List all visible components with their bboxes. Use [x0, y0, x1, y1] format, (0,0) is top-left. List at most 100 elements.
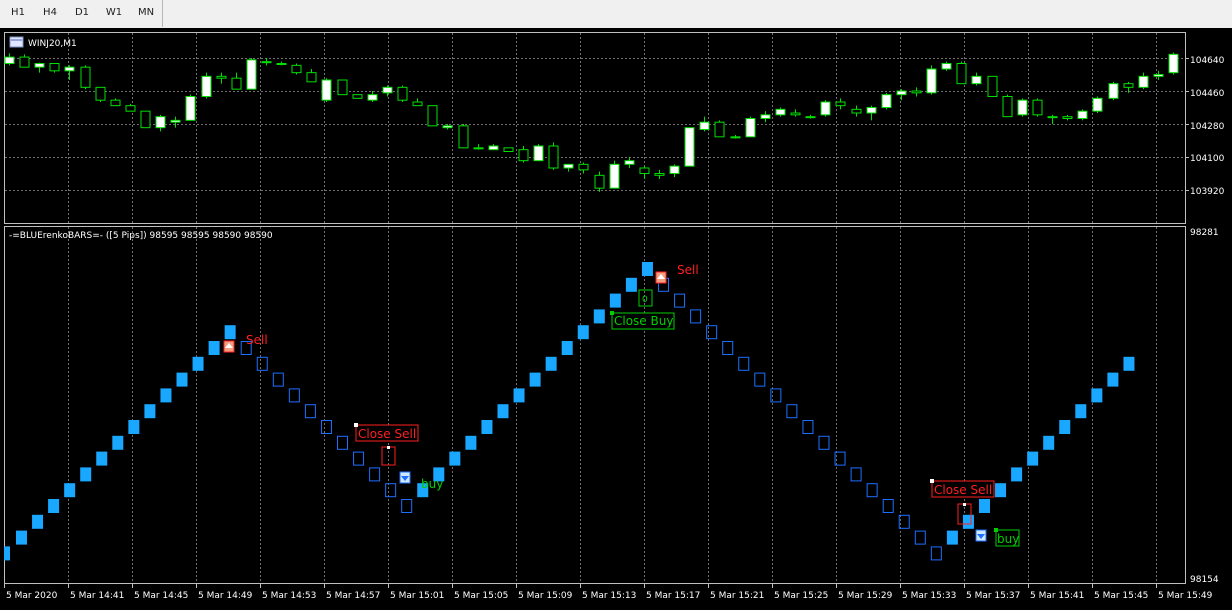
bull-candle	[185, 96, 196, 121]
bull-candle	[1153, 74, 1164, 77]
renko-up-brick	[1011, 467, 1023, 482]
bull-candle	[246, 59, 257, 90]
time-label: 5 Mar 15:17	[646, 591, 700, 601]
price-window-frame	[4, 32, 1186, 224]
bull-candle	[881, 94, 892, 108]
renko-up-brick	[4, 546, 10, 561]
close-sell-label: Close Sell	[934, 483, 992, 497]
renko-up-brick	[995, 483, 1007, 498]
svg-text:0: 0	[642, 295, 648, 305]
bear-candle	[125, 105, 136, 112]
time-label: 5 Mar 15:49	[1158, 591, 1213, 601]
renko-up-brick	[577, 325, 589, 340]
time-label: 5 Mar 15:05	[454, 591, 508, 601]
renko-down-brick	[401, 499, 413, 513]
renko-down-brick	[802, 420, 814, 434]
renko-up-brick	[144, 404, 156, 419]
renko-up-brick	[979, 499, 990, 513]
bear-candle	[851, 108, 862, 114]
time-label: 5 Mar 2020	[6, 591, 58, 601]
bear-candle	[654, 173, 665, 176]
renko-down-brick	[850, 467, 862, 482]
bear-candle	[518, 149, 529, 162]
renko-up-brick	[160, 388, 172, 403]
time-label: 5 Mar 14:49	[198, 591, 253, 601]
bull-candle	[442, 125, 453, 129]
time-label: 5 Mar 15:33	[902, 591, 956, 601]
bear-candle	[352, 94, 363, 99]
bear-candle	[578, 163, 589, 171]
bear-candle	[412, 101, 423, 107]
time-label: 5 Mar 14:45	[134, 591, 188, 601]
bull-candle	[971, 75, 982, 85]
close-buy-label: Close Buy	[614, 314, 673, 328]
bull-candle	[170, 119, 181, 123]
renko-down-brick	[898, 514, 910, 529]
bear-candle	[80, 66, 91, 88]
bear-candle	[291, 64, 302, 74]
renko-up-brick	[465, 435, 477, 450]
timeframe-h4-button[interactable]: H4	[38, 6, 62, 20]
bull-candle	[805, 116, 816, 119]
bull-candle	[1108, 83, 1119, 99]
renko-up-brick	[449, 451, 461, 466]
bear-candle	[1032, 99, 1043, 116]
bull-candle	[760, 114, 771, 120]
bear-candle	[790, 112, 801, 116]
renko-down-brick	[288, 388, 300, 403]
bull-candle	[64, 66, 75, 72]
close-sell-label: Close Sell	[358, 427, 416, 441]
bull-candle	[382, 86, 393, 94]
renko-up-brick	[1123, 356, 1135, 371]
price-label: 104640	[1190, 56, 1225, 66]
renko-up-brick	[1059, 420, 1071, 434]
bear-candle	[1062, 116, 1073, 119]
price-axis: 104640 104460 104280 104100 103920	[1190, 56, 1225, 197]
timeframe-mn-button[interactable]: MN	[134, 6, 158, 20]
symbol-title: WINJ20,M1	[28, 39, 77, 49]
bull-candle	[745, 118, 756, 138]
renko-down-brick	[369, 467, 381, 482]
bear-candle	[49, 63, 60, 72]
renko-up-brick	[1091, 388, 1103, 403]
renko-down-brick	[914, 530, 926, 545]
renko-up-brick	[1027, 451, 1039, 466]
bear-candle	[987, 75, 998, 98]
renko-up-brick	[529, 372, 541, 387]
renko-up-brick	[224, 325, 236, 340]
renko-up-brick	[962, 514, 974, 529]
timeframe-d1-button[interactable]: D1	[70, 6, 94, 20]
bull-candle	[1047, 116, 1058, 119]
renko-up-brick	[208, 341, 220, 355]
renko-down-brick	[385, 483, 397, 498]
bull-candle	[155, 116, 166, 129]
bear-candle	[337, 79, 348, 96]
bull-candle	[1168, 53, 1179, 74]
bull-candle	[624, 160, 635, 165]
renko-down-brick	[930, 546, 942, 561]
bull-candle	[563, 163, 574, 169]
bear-candle	[714, 121, 725, 138]
time-axis: 5 Mar 2020 5 Mar 14:41 5 Mar 14:45 5 Mar 14…	[4, 584, 1213, 601]
buy-signal-label: buy	[997, 532, 1019, 546]
chart-window[interactable]: WINJ20,M1 104640 104460 104280 104100 10…	[0, 28, 1232, 610]
bear-candle	[956, 63, 967, 85]
renko-up-brick	[48, 499, 60, 513]
renko-up-brick	[80, 467, 92, 482]
timeframe-h1-button[interactable]: H1	[6, 6, 30, 20]
time-label: 5 Mar 15:25	[774, 591, 828, 601]
renko-down-brick	[754, 372, 766, 387]
timeframe-w1-button[interactable]: W1	[102, 6, 126, 20]
bear-candle	[140, 110, 151, 129]
renko-down-brick	[674, 293, 686, 308]
bear-candle	[911, 90, 922, 94]
renko-up-brick	[1043, 435, 1055, 450]
bull-candle	[775, 108, 786, 116]
bull-candle	[473, 147, 484, 150]
bull-candle	[34, 63, 45, 68]
renko-up-brick	[561, 341, 573, 355]
renko-up-brick	[513, 388, 525, 403]
bear-candle	[503, 147, 514, 152]
renko-up-brick	[593, 309, 605, 324]
renko-up-brick	[16, 530, 27, 545]
